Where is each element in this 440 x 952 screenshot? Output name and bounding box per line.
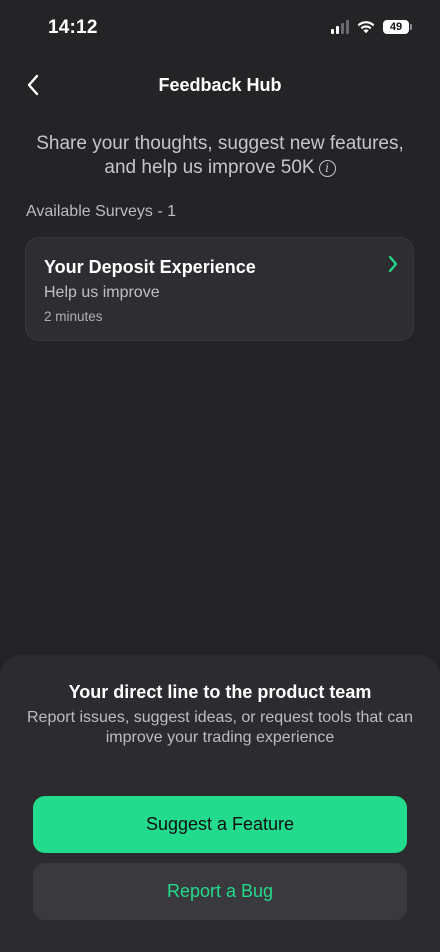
suggest-feature-button[interactable]: Suggest a Feature (33, 796, 407, 853)
sheet-title: Your direct line to the product team (68, 682, 372, 702)
status-bar: 14:12 49 (0, 0, 440, 58)
status-icons: 49 (331, 20, 412, 34)
nav-bar: Feedback Hub (0, 62, 440, 108)
survey-subtitle: Help us improve (44, 284, 160, 301)
battery-icon: 49 (383, 20, 412, 34)
survey-duration: 2 minutes (44, 309, 103, 324)
wifi-icon (357, 21, 375, 34)
info-icon[interactable]: i (318, 159, 336, 177)
report-bug-button[interactable]: Report a Bug (33, 863, 407, 920)
survey-title: Your Deposit Experience (44, 257, 256, 277)
intro-text: Share your thoughts, suggest new feature… (20, 132, 420, 180)
intro-label: Share your thoughts, suggest new feature… (36, 133, 404, 178)
bottom-sheet: Your direct line to the product team Rep… (0, 655, 440, 952)
status-time: 14:12 (48, 17, 98, 38)
page-title: Feedback Hub (158, 75, 282, 95)
available-surveys-label: Available Surveys - 1 (26, 203, 176, 220)
chevron-right-icon (388, 255, 398, 273)
cellular-signal-icon (331, 20, 349, 34)
sheet-description: Report issues, suggest ideas, or request… (27, 709, 413, 746)
survey-card[interactable]: Your Deposit Experience Help us improve … (25, 237, 414, 341)
